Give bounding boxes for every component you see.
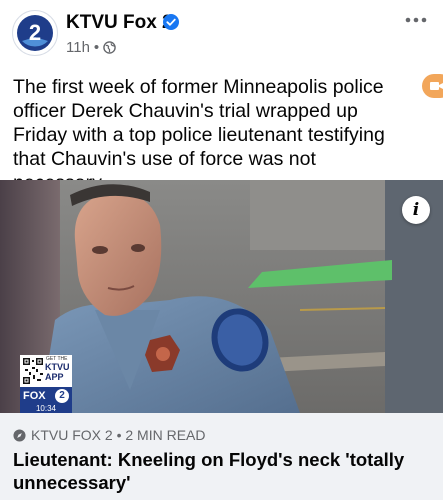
post-time[interactable]: 11h [66, 39, 90, 56]
compass-icon [13, 428, 26, 442]
page-avatar[interactable]: 2 [12, 10, 58, 56]
station-number: 2 [55, 389, 69, 403]
link-preview[interactable]: KTVU FOX 2 • 2 MIN READ Lieutenant: Knee… [0, 413, 443, 500]
side-badge[interactable] [422, 74, 443, 98]
page-name[interactable]: KTVU Fox 2 [66, 12, 173, 34]
info-icon[interactable]: i [402, 196, 430, 224]
svg-text:2: 2 [29, 20, 41, 45]
post-header: 2 KTVU Fox 2 11h • [0, 0, 443, 66]
qr-label-mid: KTVU [45, 362, 70, 372]
link-headline[interactable]: Lieutenant: Kneeling on Floyd's neck 'to… [13, 448, 428, 494]
station-name: FOX [23, 390, 46, 402]
fox2-logo: FOX 2 [20, 387, 72, 405]
verified-badge-icon [163, 14, 179, 30]
qr-promo: GET THE KTVU APP [20, 355, 72, 387]
qr-label-bottom: APP [45, 372, 64, 382]
ktvu-logo-icon: 2 [14, 12, 56, 54]
post-meta: 11h • [66, 39, 116, 56]
meta-separator: • [93, 39, 100, 56]
video-camera-icon [430, 82, 443, 90]
link-source: KTVU FOX 2 • 2 MIN READ [31, 427, 206, 443]
video-thumbnail[interactable]: GET THE KTVU APP FOX 2 10:34 [0, 180, 443, 413]
qr-code-icon [22, 357, 44, 385]
more-options-icon[interactable] [402, 10, 430, 30]
globe-icon [103, 41, 116, 54]
link-source-row: KTVU FOX 2 • 2 MIN READ [13, 427, 206, 443]
post-text: The first week of former Minneapolis pol… [13, 76, 385, 194]
broadcast-time: 10:34 [20, 405, 72, 413]
